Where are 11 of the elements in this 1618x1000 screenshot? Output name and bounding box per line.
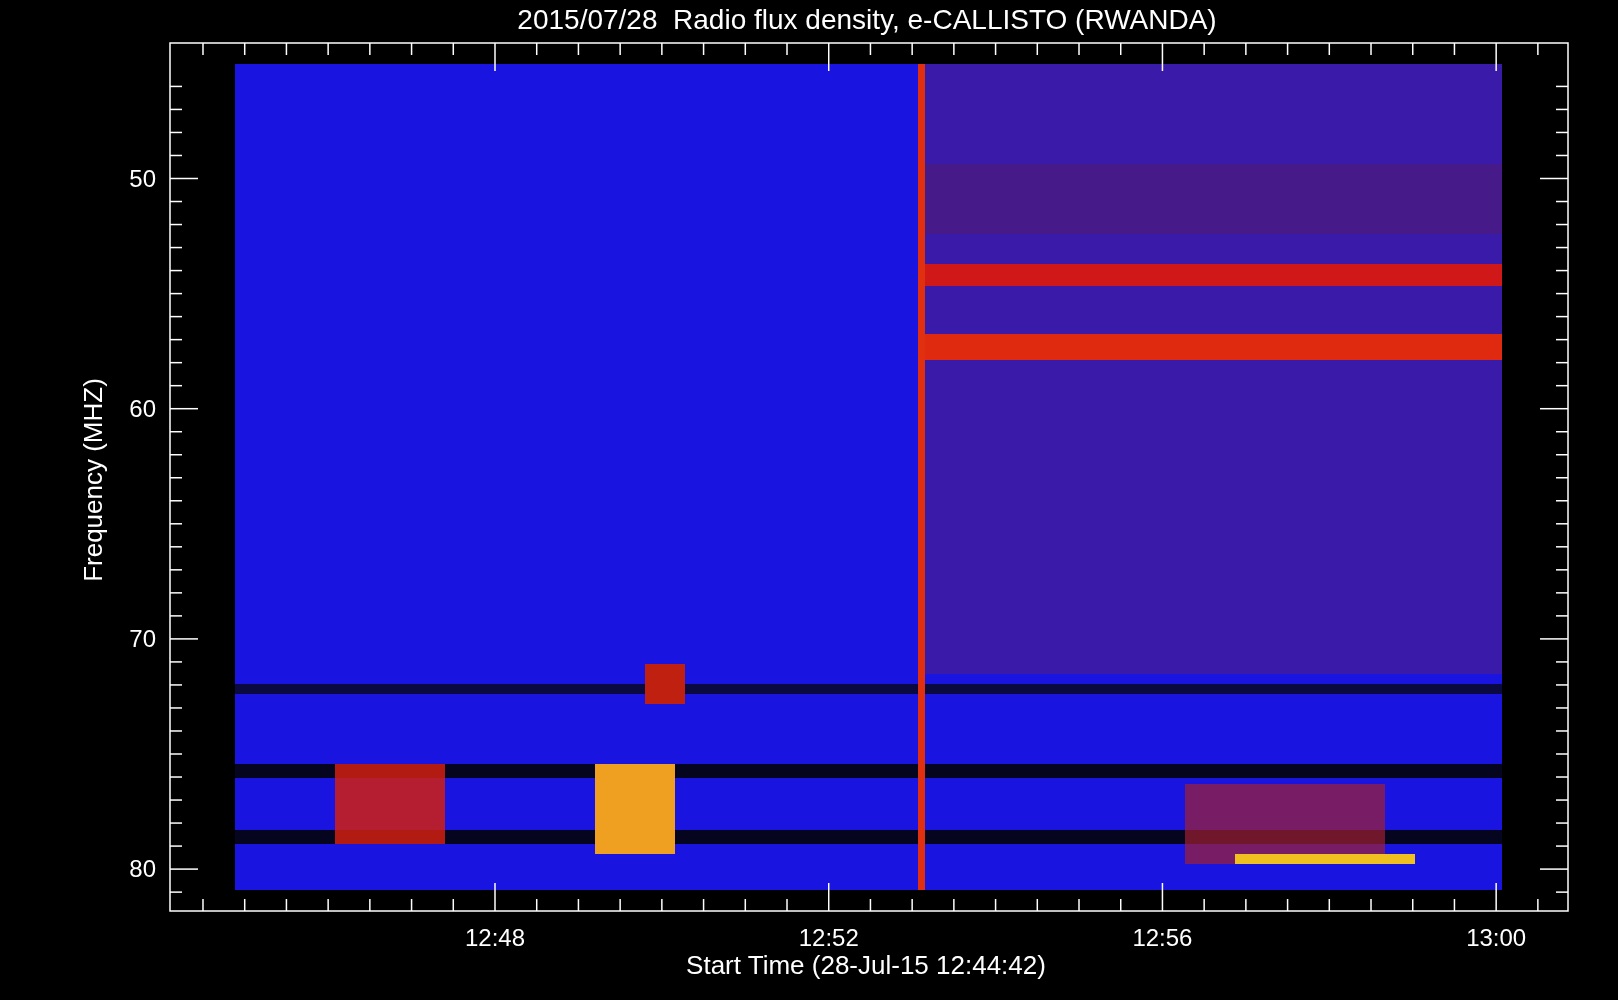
tick-label: 50 bbox=[128, 166, 156, 191]
tick-label: 70 bbox=[128, 626, 156, 651]
tick-label: 80 bbox=[128, 857, 156, 882]
chart-title: 2015/07/28 Radio flux density, e-CALLISTO (RWANDA) bbox=[517, 6, 1217, 34]
tick-label: 12:56 bbox=[1132, 926, 1193, 950]
tick-label: 12:52 bbox=[798, 926, 859, 950]
axis-title: Start Time (28-Jul-15 12:44:42) bbox=[686, 952, 1046, 978]
tick-label: 13:00 bbox=[1466, 926, 1527, 950]
axis-title: Frequency (MHZ) bbox=[80, 378, 106, 582]
tick-label: 60 bbox=[128, 396, 156, 421]
tick-label: 12:48 bbox=[464, 926, 526, 950]
